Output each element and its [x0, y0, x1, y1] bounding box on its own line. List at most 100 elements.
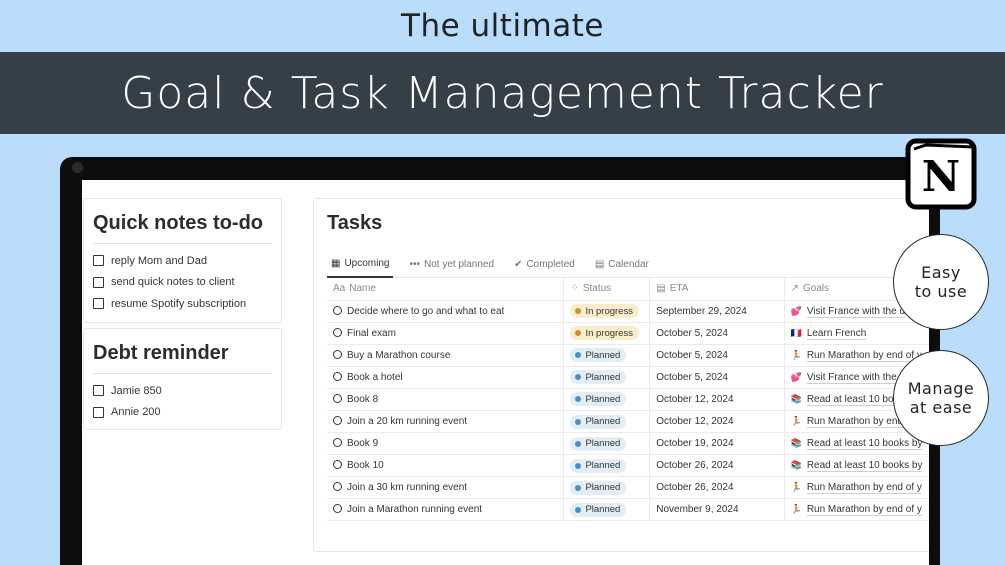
goal-link[interactable]: Read at least 10 books by	[806, 438, 923, 451]
task-name-cell[interactable]: Join a 30 km running event	[327, 476, 565, 500]
goal-link[interactable]: Run Marathon by end of y	[806, 349, 922, 362]
task-name[interactable]: Book a hotel	[347, 372, 403, 383]
status-badge[interactable]: Planned	[570, 392, 627, 407]
eta-cell[interactable]: October 12, 2024	[649, 410, 785, 434]
goal-link[interactable]: Visit France with the d	[806, 371, 906, 384]
table-row[interactable]: Decide where to go and what to eat In pro…	[327, 300, 929, 323]
status-badge[interactable]: Planned	[570, 458, 627, 473]
status-cell[interactable]: Planned	[563, 498, 651, 522]
status-cell[interactable]: In progress	[563, 322, 651, 345]
task-name-cell[interactable]: Join a 20 km running event	[327, 410, 565, 434]
goal-cell[interactable]: 📚 Read at least 10 books by	[784, 454, 929, 478]
task-name-cell[interactable]: Book 9	[327, 432, 565, 456]
goal-link[interactable]: Run Marathon by end of y	[806, 504, 922, 517]
checkbox[interactable]	[93, 276, 104, 288]
goal-cell[interactable]: 🏃 Run Marathon by end of y	[784, 476, 929, 500]
status-cell[interactable]: Planned	[563, 476, 651, 500]
task-name[interactable]: Join a 30 km running event	[347, 482, 467, 493]
status-cell[interactable]: Planned	[563, 366, 651, 389]
eta-cell[interactable]: October 5, 2024	[649, 366, 785, 389]
task-circle-icon[interactable]	[333, 327, 342, 337]
table-row[interactable]: Join a 30 km running event Planned October…	[327, 476, 929, 500]
column-header-status[interactable]: ⁘ Status	[563, 278, 651, 301]
table-row[interactable]: Final exam In progress October 5, 2024 🇫🇷 Le…	[327, 322, 929, 345]
goal-link[interactable]: Read at least 10 books by	[806, 460, 923, 473]
checkbox[interactable]	[93, 406, 104, 418]
task-name[interactable]: Join a Marathon running event	[347, 504, 482, 515]
todo-label[interactable]: resume Spotify subscription	[111, 298, 246, 310]
task-name-cell[interactable]: Join a Marathon running event	[327, 498, 565, 522]
task-name[interactable]: Book 8	[347, 394, 378, 405]
status-cell[interactable]: Planned	[563, 410, 651, 434]
task-name[interactable]: Book 9	[347, 438, 378, 449]
tab-not-yet-planned[interactable]: ••• Not yet planned	[405, 254, 498, 274]
todo-label[interactable]: Jamie 850	[111, 385, 162, 397]
status-badge[interactable]: In progress	[570, 304, 639, 319]
task-circle-icon[interactable]	[333, 438, 342, 448]
column-header-eta[interactable]: ▤ ETA	[649, 278, 785, 301]
table-row[interactable]: Book 8 Planned October 12, 2024 📚 Read at le…	[327, 388, 929, 411]
goal-link[interactable]: Visit France with the d	[806, 305, 906, 318]
task-name-cell[interactable]: Buy a Marathon course	[327, 344, 565, 367]
goal-cell[interactable]: 🇫🇷 Learn French	[784, 322, 929, 345]
goal-link[interactable]: Learn French	[806, 327, 867, 340]
todo-label[interactable]: reply Mom and Dad	[111, 255, 207, 267]
status-cell[interactable]: In progress	[563, 300, 651, 323]
task-circle-icon[interactable]	[333, 371, 342, 381]
task-circle-icon[interactable]	[333, 460, 342, 470]
eta-cell[interactable]: October 26, 2024	[649, 476, 785, 500]
checkbox[interactable]	[93, 298, 104, 310]
table-row[interactable]: Book a hotel Planned October 5, 2024 💕 Visit…	[327, 366, 929, 389]
table-row[interactable]: Book 10 Planned October 26, 2024 📚 Read at l…	[327, 454, 929, 478]
eta-cell[interactable]: October 5, 2024	[649, 322, 785, 345]
task-circle-icon[interactable]	[333, 349, 342, 359]
status-badge[interactable]: Planned	[570, 502, 627, 517]
eta-cell[interactable]: October 5, 2024	[649, 344, 785, 367]
todo-label[interactable]: send quick notes to client	[111, 276, 235, 288]
checkbox[interactable]	[93, 385, 104, 397]
task-name[interactable]: Book 10	[347, 460, 384, 471]
task-name-cell[interactable]: Book 10	[327, 454, 565, 478]
task-name-cell[interactable]: Final exam	[327, 322, 565, 345]
task-circle-icon[interactable]	[333, 393, 342, 403]
task-name-cell[interactable]: Book 8	[327, 388, 565, 411]
status-cell[interactable]: Planned	[563, 344, 651, 367]
task-circle-icon[interactable]	[333, 416, 342, 426]
todo-label[interactable]: Annie 200	[111, 406, 161, 418]
eta-cell[interactable]: November 9, 2024	[649, 498, 785, 522]
status-cell[interactable]: Planned	[563, 432, 651, 456]
table-row[interactable]: Join a Marathon running event Planned Nove…	[327, 498, 929, 522]
goal-link[interactable]: Run Marathon by end of y	[806, 482, 922, 495]
status-badge[interactable]: Planned	[570, 348, 627, 363]
goal-cell[interactable]: 🏃 Run Marathon by end of y	[784, 498, 929, 522]
goal-link[interactable]: Run Marathon by end	[806, 416, 903, 429]
task-name[interactable]: Join a 20 km running event	[347, 416, 467, 427]
task-name-cell[interactable]: Decide where to go and what to eat	[327, 300, 565, 323]
eta-cell[interactable]: October 19, 2024	[649, 432, 785, 456]
goal-link[interactable]: Read at least 10 boo	[806, 393, 900, 406]
eta-cell[interactable]: October 26, 2024	[649, 454, 785, 478]
tab-upcoming[interactable]: ▦ Upcoming	[327, 254, 394, 278]
tab-completed[interactable]: ✔ Completed	[510, 254, 579, 274]
goal-cell[interactable]: 📚 Read at least 10 books by	[784, 432, 929, 456]
status-badge[interactable]: Planned	[570, 480, 627, 495]
task-name[interactable]: Decide where to go and what to eat	[347, 306, 504, 317]
status-cell[interactable]: Planned	[563, 388, 651, 411]
task-circle-icon[interactable]	[333, 482, 342, 492]
task-circle-icon[interactable]	[333, 305, 342, 315]
status-badge[interactable]: Planned	[570, 370, 627, 385]
status-cell[interactable]: Planned	[563, 454, 651, 478]
checkbox[interactable]	[93, 255, 104, 267]
task-name[interactable]: Buy a Marathon course	[347, 350, 450, 361]
table-row[interactable]: Book 9 Planned October 19, 2024 📚 Read at le…	[327, 432, 929, 456]
status-badge[interactable]: Planned	[570, 414, 627, 429]
tab-calendar[interactable]: ▤ Calendar	[591, 254, 653, 274]
table-row[interactable]: Join a 20 km running event Planned October…	[327, 410, 929, 434]
task-name-cell[interactable]: Book a hotel	[327, 366, 565, 389]
eta-cell[interactable]: September 29, 2024	[649, 300, 785, 323]
status-badge[interactable]: In progress	[570, 326, 639, 341]
status-badge[interactable]: Planned	[570, 436, 627, 451]
column-header-name[interactable]: Aa Name	[327, 278, 565, 301]
eta-cell[interactable]: October 12, 2024	[649, 388, 785, 411]
table-row[interactable]: Buy a Marathon course Planned October 5, 2…	[327, 344, 929, 367]
